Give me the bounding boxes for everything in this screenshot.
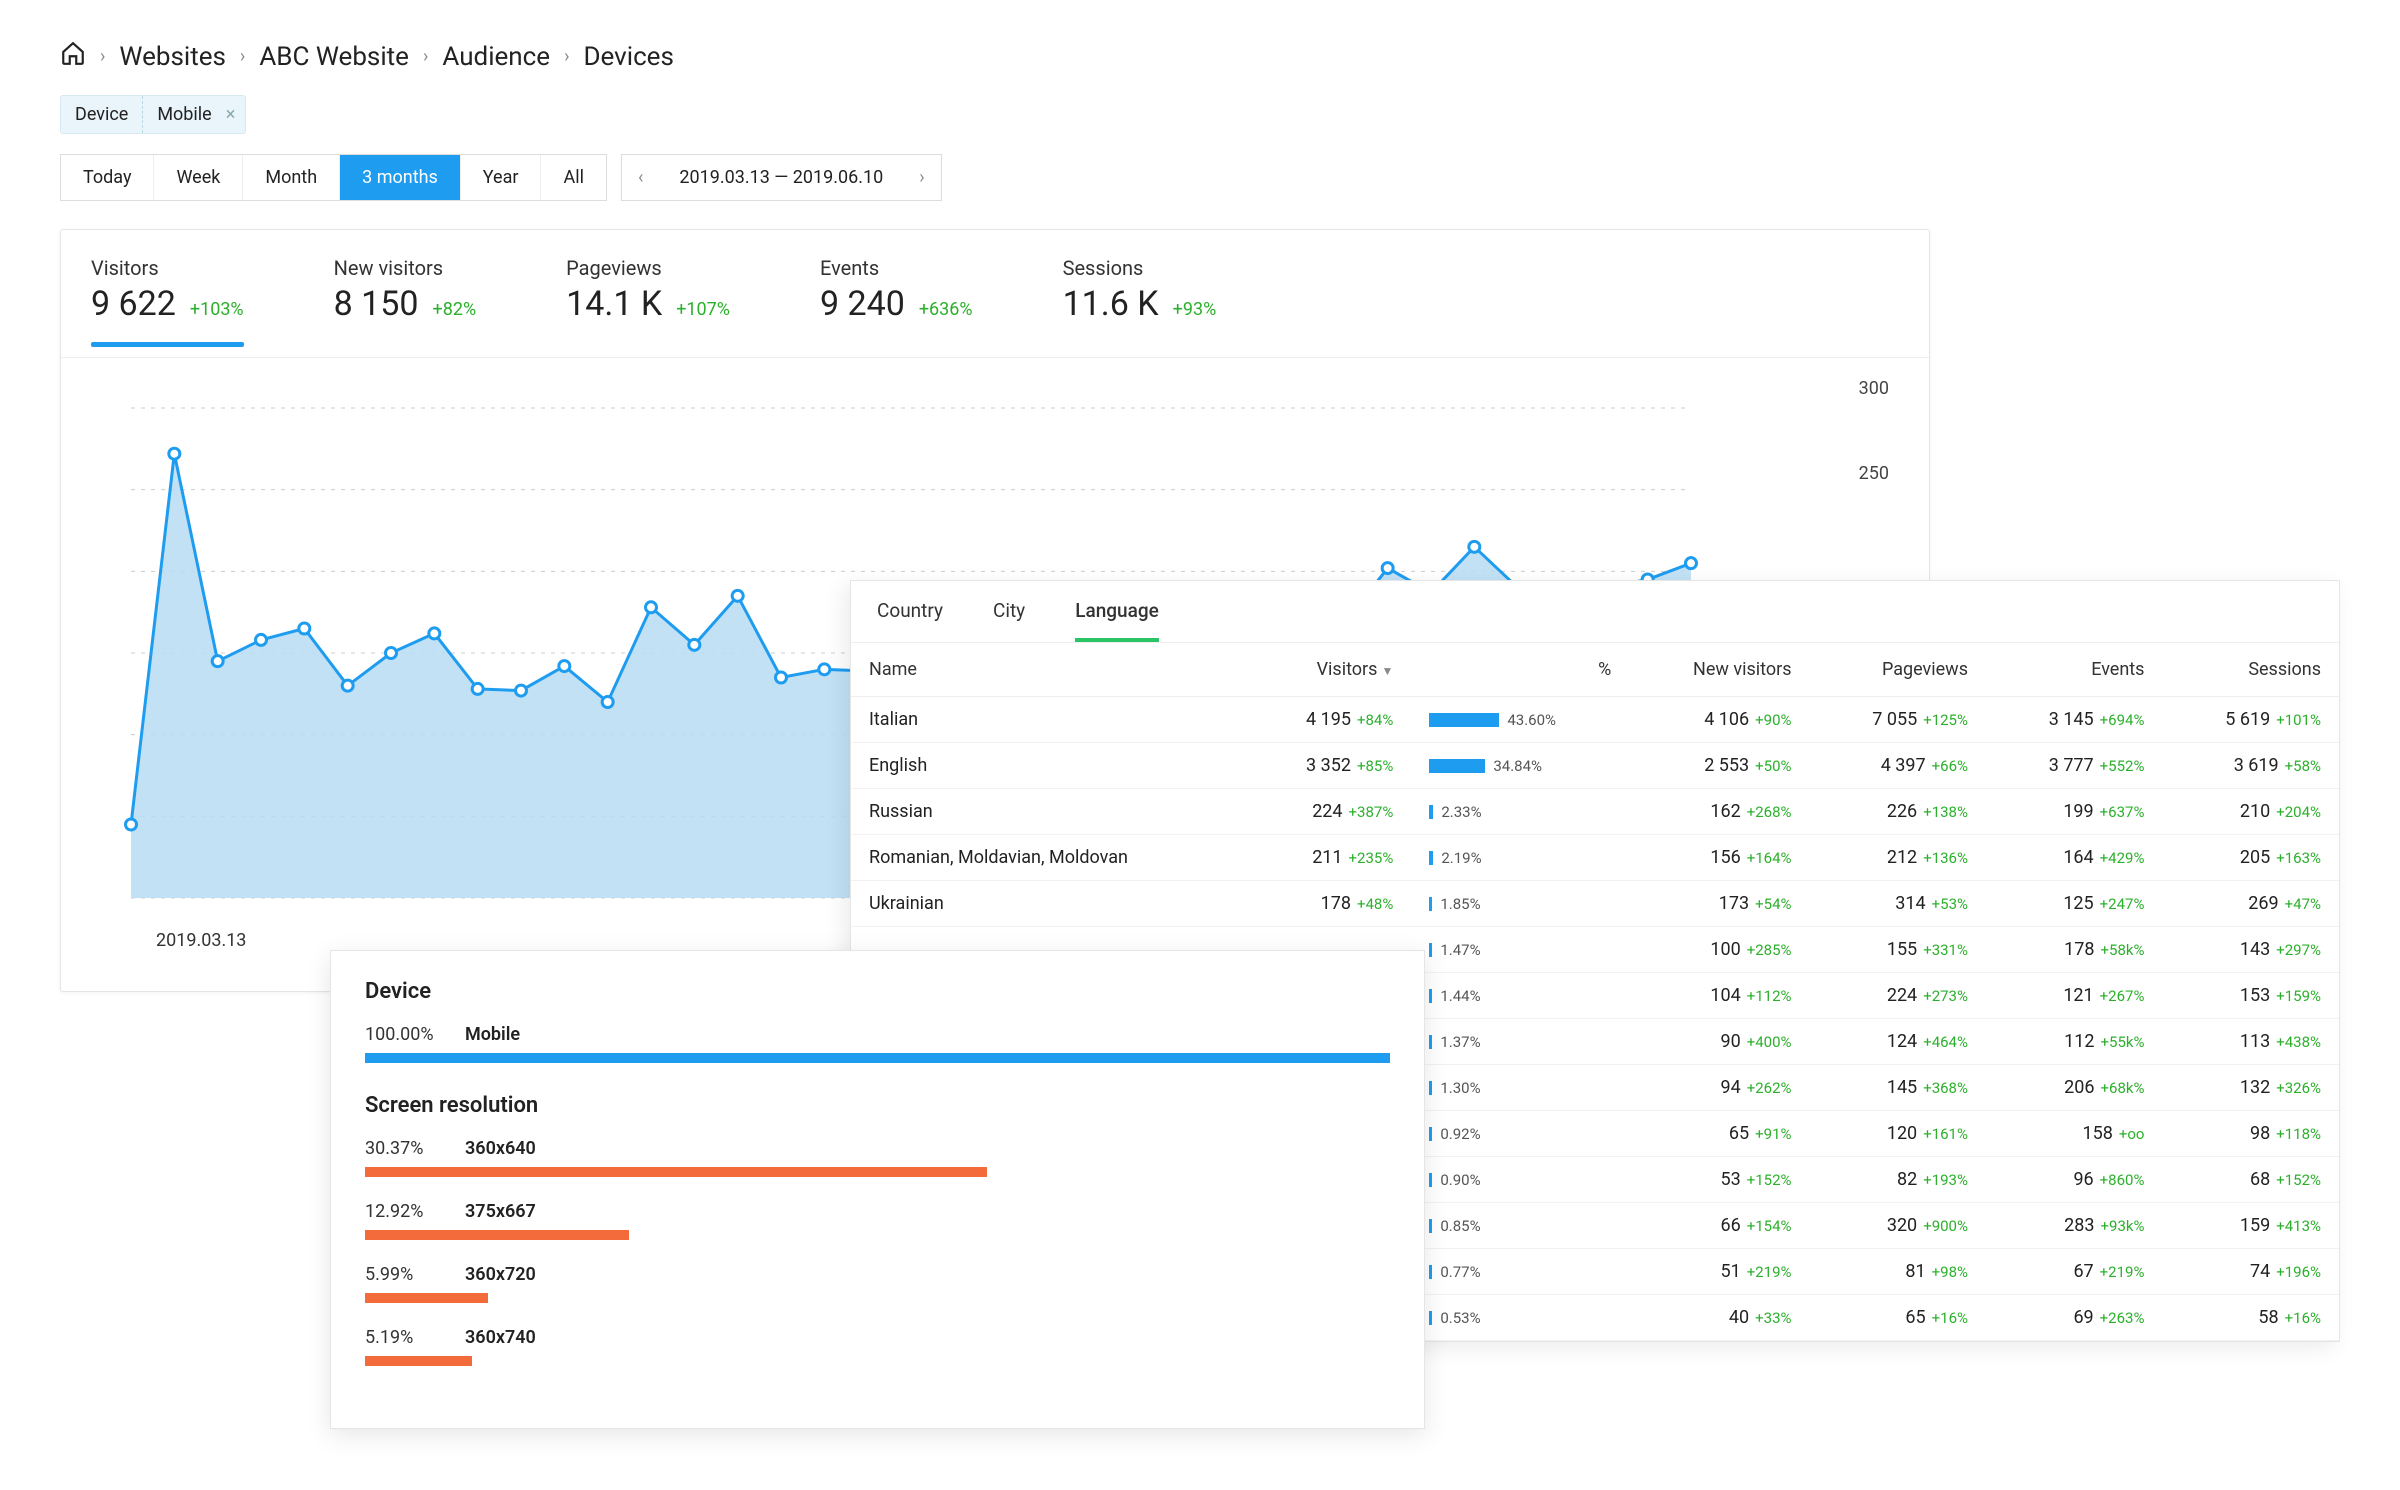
table-row[interactable]: Romanian, Moldavian, Moldovan 211+235% 2…	[851, 835, 2339, 881]
col-new-visitors[interactable]: New visitors	[1629, 643, 1809, 697]
table-row[interactable]: English 3 352+85% 34.84% 2 553+50% 4 397…	[851, 743, 2339, 789]
range-seg-all[interactable]: All	[541, 155, 606, 200]
resolution-row[interactable]: 5.99%360x720	[365, 1264, 1390, 1303]
kpi-sessions[interactable]: Sessions 11.6 K+93%	[1063, 256, 1217, 347]
resolution-row[interactable]: 12.92%375x667	[365, 1201, 1390, 1240]
device-pct: 100.00%	[365, 1024, 445, 1045]
chevron-right-icon: ›	[564, 46, 569, 67]
col-name[interactable]: Name	[851, 643, 1246, 697]
range-seg-3-months[interactable]: 3 months	[340, 155, 461, 200]
close-icon[interactable]: ×	[222, 104, 246, 125]
table-row[interactable]: Ukrainian 178+48% 1.85% 173+54% 314+53% …	[851, 881, 2339, 927]
table-row[interactable]: Russian 224+387% 2.33% 162+268% 226+138%…	[851, 789, 2339, 835]
col-sessions[interactable]: Sessions	[2162, 643, 2339, 697]
chevron-left-icon[interactable]: ‹	[622, 157, 659, 198]
device-panel: Device 100.00% Mobile Screen resolution …	[330, 950, 1425, 1429]
range-seg-month[interactable]: Month	[243, 155, 340, 200]
breadcrumb-devices: Devices	[583, 42, 673, 72]
range-seg-today[interactable]: Today	[61, 155, 154, 200]
range-seg-week[interactable]: Week	[154, 155, 243, 200]
range-segmented: TodayWeekMonth3 monthsYearAll	[60, 154, 607, 201]
chevron-right-icon: ›	[240, 46, 245, 67]
date-range-row: TodayWeekMonth3 monthsYearAll ‹ 2019.03.…	[60, 154, 2340, 201]
chevron-right-icon: ›	[100, 46, 105, 67]
kpi-new-visitors[interactable]: New visitors 8 150+82%	[334, 256, 477, 347]
device-name: Mobile	[465, 1024, 520, 1045]
subtab-city[interactable]: City	[993, 599, 1025, 642]
y-tick-300: 300	[1859, 378, 1889, 399]
range-seg-year[interactable]: Year	[461, 155, 542, 200]
breadcrumb-websites[interactable]: Websites	[119, 42, 226, 72]
col--[interactable]: %	[1411, 643, 1629, 697]
breadcrumb-site[interactable]: ABC Website	[259, 42, 409, 72]
kpi-row: Visitors 9 622+103% New visitors 8 150+8…	[61, 230, 1929, 357]
date-range-text: 2019.03.13 — 2019.06.10	[659, 157, 903, 198]
col-visitors[interactable]: Visitors▼	[1246, 643, 1411, 697]
subtab-language[interactable]: Language	[1075, 599, 1159, 642]
subtab-country[interactable]: Country	[877, 599, 943, 642]
y-tick-250: 250	[1859, 463, 1889, 484]
chevron-right-icon[interactable]: ›	[903, 157, 940, 198]
subtabs: Country City Language	[851, 581, 2339, 643]
breadcrumb: › Websites › ABC Website › Audience › De…	[60, 40, 2340, 73]
resolution-row[interactable]: 30.37%360x640	[365, 1138, 1390, 1177]
resolution-heading: Screen resolution	[365, 1093, 1390, 1118]
filter-pill[interactable]: Device Mobile ×	[60, 95, 246, 134]
date-range-picker[interactable]: ‹ 2019.03.13 — 2019.06.10 ›	[621, 154, 942, 201]
resolution-row[interactable]: 5.19%360x740	[365, 1327, 1390, 1366]
kpi-pageviews[interactable]: Pageviews 14.1 K+107%	[566, 256, 730, 347]
home-icon[interactable]	[60, 40, 86, 73]
kpi-events[interactable]: Events 9 240+636%	[820, 256, 973, 347]
table-row[interactable]: Italian 4 195+84% 43.60% 4 106+90% 7 055…	[851, 697, 2339, 743]
filter-value: Mobile	[143, 96, 221, 133]
kpi-visitors[interactable]: Visitors 9 622+103%	[91, 256, 244, 347]
device-row[interactable]: 100.00% Mobile	[365, 1024, 1390, 1063]
filter-key: Device	[61, 96, 143, 133]
col-pageviews[interactable]: Pageviews	[1810, 643, 1986, 697]
col-events[interactable]: Events	[1986, 643, 2162, 697]
chevron-right-icon: ›	[423, 46, 428, 67]
breadcrumb-audience[interactable]: Audience	[442, 42, 550, 72]
device-heading: Device	[365, 979, 1390, 1004]
